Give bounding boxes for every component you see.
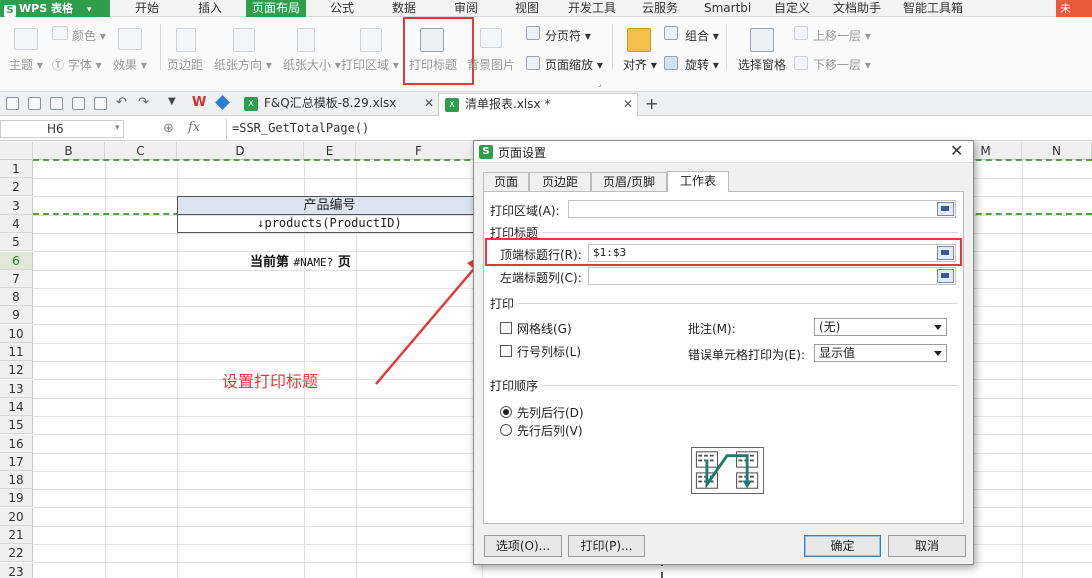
cell-errors-select[interactable]: 显示值 [814,344,947,362]
tab-margins[interactable]: 页边距 [529,172,591,192]
top-rows-highlight [485,238,962,266]
over-then-down-label: 先行后列(V) [517,424,583,438]
close-icon[interactable]: ✕ [950,141,963,160]
chevron-down-icon [934,351,942,356]
wps-sheet-logo-icon: S [479,145,493,159]
dialog-title: 页面设置 [498,146,547,160]
group-divider [542,385,958,386]
down-then-over-label: 先列后行(D) [517,406,584,420]
tab-header-footer[interactable]: 页眉/页脚 [591,172,667,192]
options-button[interactable]: 选项(O)... [484,535,562,557]
comments-label: 批注(M): [688,322,736,336]
over-then-down-radio[interactable] [500,424,512,436]
dialog-title-bar: S 页面设置 ✕ [474,141,973,163]
print-area-input[interactable] [568,200,956,218]
group-divider [518,303,958,304]
print-button[interactable]: 打印(P)... [568,535,645,557]
tab-page[interactable]: 页面 [483,172,529,192]
comments-select[interactable]: (无) [814,318,947,336]
row-col-headings-checkbox[interactable] [500,345,512,357]
down-then-over-radio[interactable] [500,406,512,418]
gridlines-checkbox[interactable] [500,322,512,334]
collapse-range-icon[interactable] [937,202,954,216]
sheet-tab-panel: 打印区域(A): 打印标题 顶端标题行(R): $1:$3 左端标题列(C): … [483,191,964,524]
left-columns-input[interactable] [588,267,956,285]
page-order-preview [691,447,764,494]
group-divider [542,232,958,233]
left-columns-label: 左端标题列(C): [500,271,582,285]
print-area-label: 打印区域(A): [490,204,560,218]
chevron-down-icon [934,325,942,330]
ok-button[interactable]: 确定 [804,535,881,557]
gridlines-label: 网格线(G) [517,322,572,336]
cell-errors-label: 错误单元格打印为(E): [688,348,805,362]
row-col-headings-label: 行号列标(L) [517,345,582,359]
page-order-group-label: 打印顺序 [490,379,539,393]
page-setup-dialog: S 页面设置 ✕ 页面 页边距 页眉/页脚 工作表 打印区域(A): 打印标题 … [473,140,974,565]
tab-sheet[interactable]: 工作表 [667,171,729,192]
print-group-label: 打印 [490,297,515,311]
collapse-range-icon[interactable] [937,269,954,283]
cancel-button[interactable]: 取消 [888,535,966,557]
